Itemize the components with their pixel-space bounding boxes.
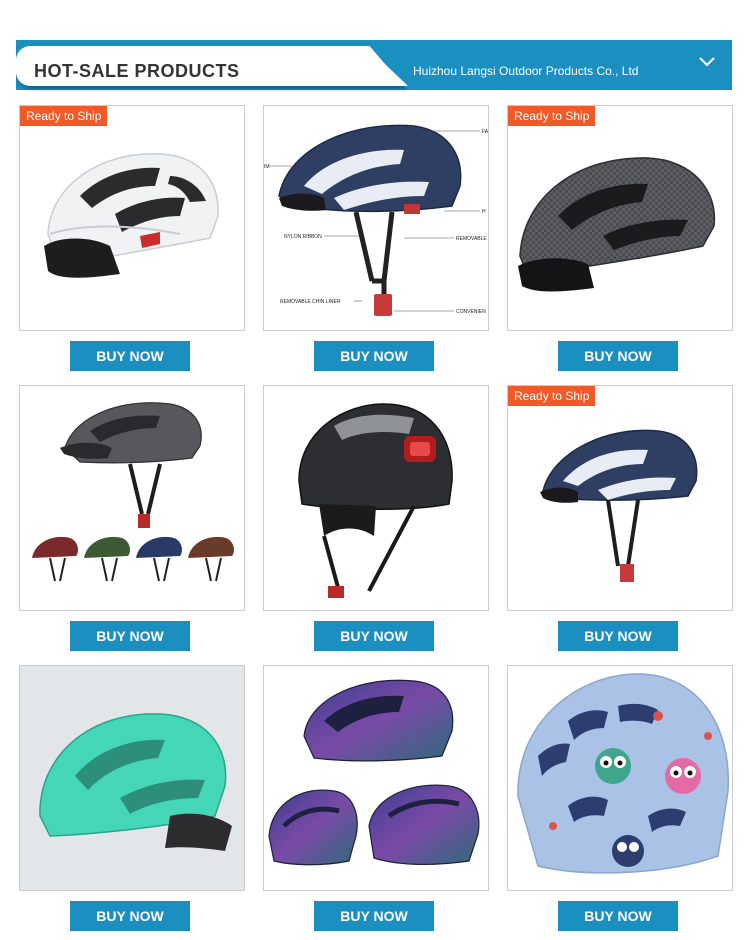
color-variant-green (84, 536, 130, 582)
owl-blue (612, 835, 644, 867)
buy-now-button[interactable]: BUY NOW (558, 341, 678, 371)
diagram-label-convenient: CONVENIEN (456, 309, 486, 315)
buy-now-button[interactable]: BUY NOW (558, 621, 678, 651)
diagram-label-h: H (482, 209, 486, 215)
product-image[interactable] (507, 385, 733, 611)
color-variant-red (32, 536, 78, 582)
ready-to-ship-badge: Ready to Ship (20, 106, 108, 126)
buy-now-button[interactable]: BUY NOW (558, 901, 678, 931)
owl-pink (665, 758, 701, 794)
product-image[interactable] (263, 385, 489, 611)
chevron-down-icon[interactable] (698, 56, 716, 68)
helmet-image-black-light (298, 403, 453, 598)
product-image[interactable] (19, 105, 245, 331)
company-name: Huizhou Langsi Outdoor Products Co., Ltd (413, 64, 639, 78)
helmet-diagram-image: FA IM H NYLON RIBBON REMOVABLE REMOVABLE… (264, 124, 488, 316)
helmet-image-chameleon (268, 679, 480, 866)
diagram-label-nylon-ribbon: NYLON RIBBON (284, 234, 322, 240)
buy-now-button[interactable]: BUY NOW (70, 621, 190, 651)
diagram-label-im: IM (264, 164, 270, 170)
section-title: HOT-SALE PRODUCTS (34, 61, 240, 81)
hot-sale-banner: HOT-SALE PRODUCTS Huizhou Langsi Outdoor… (16, 40, 732, 90)
ready-to-ship-badge: Ready to Ship (508, 106, 596, 126)
buy-now-button[interactable]: BUY NOW (70, 341, 190, 371)
owl-green (595, 748, 631, 784)
helmet-image-navy (540, 429, 698, 582)
helmet-image-kids-owl (517, 673, 730, 874)
product-image[interactable] (263, 665, 489, 891)
buy-now-button[interactable]: BUY NOW (70, 901, 190, 931)
product-image[interactable] (19, 385, 245, 611)
ready-to-ship-badge: Ready to Ship (508, 386, 596, 406)
product-image[interactable] (507, 105, 733, 331)
diagram-label-fa: FA (482, 129, 488, 135)
diagram-label-chin-liner: REMOVABLE CHIN LINER (280, 299, 341, 305)
product-image[interactable]: FA IM H NYLON RIBBON REMOVABLE REMOVABLE… (263, 105, 489, 331)
product-image[interactable] (507, 665, 733, 891)
product-image[interactable] (19, 665, 245, 891)
helmet-image-carbon (518, 157, 716, 292)
color-variant-blue (136, 536, 182, 582)
buy-now-button[interactable]: BUY NOW (314, 341, 434, 371)
diagram-label-removable: REMOVABLE (456, 236, 487, 242)
buy-now-button[interactable]: BUY NOW (314, 621, 434, 651)
banner-title-tab: HOT-SALE PRODUCTS (16, 46, 408, 86)
helmet-image-white (44, 153, 219, 278)
helmet-image-mint (39, 713, 232, 851)
color-variant-brown (188, 536, 234, 582)
buy-now-button[interactable]: BUY NOW (314, 901, 434, 931)
helmet-image-variants (32, 402, 234, 582)
